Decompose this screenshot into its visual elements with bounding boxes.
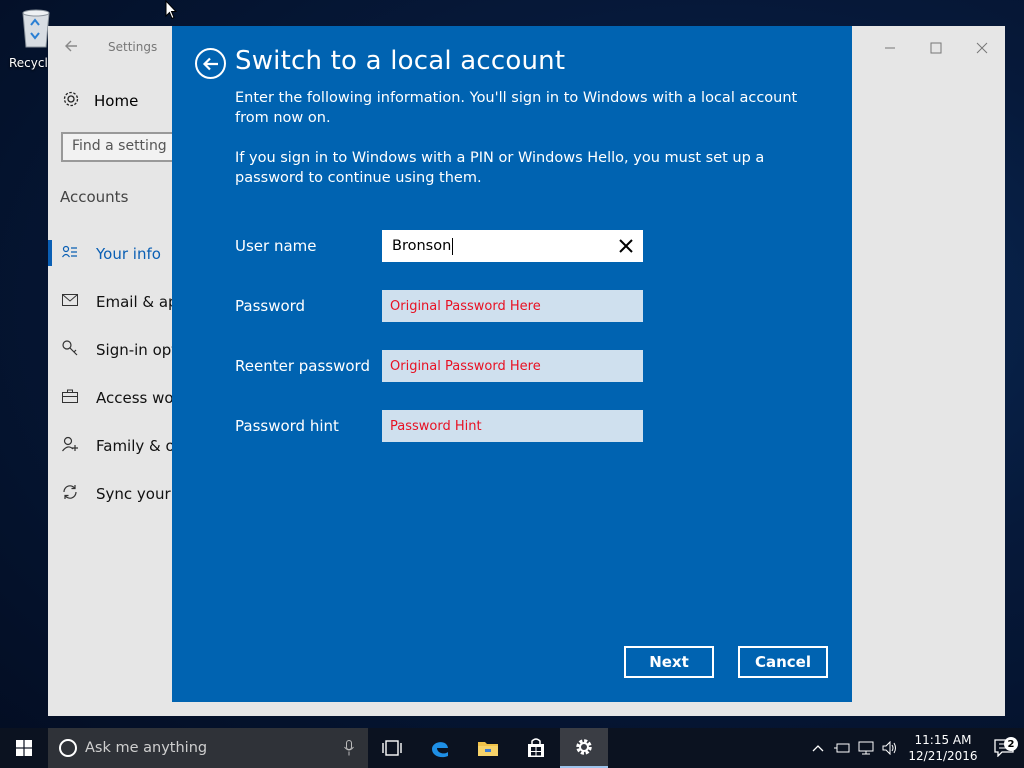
edge-taskbar-button[interactable] bbox=[416, 728, 464, 768]
start-button[interactable] bbox=[0, 728, 48, 768]
reenter-password-input[interactable]: Original Password Here bbox=[382, 350, 643, 382]
reenter-password-row: Reenter password Original Password Here bbox=[235, 350, 655, 382]
accounts-heading: Accounts bbox=[60, 188, 129, 206]
task-view-icon bbox=[382, 740, 402, 756]
store-taskbar-button[interactable] bbox=[512, 728, 560, 768]
volume-icon[interactable] bbox=[878, 741, 902, 755]
file-explorer-taskbar-button[interactable] bbox=[464, 728, 512, 768]
store-icon bbox=[528, 738, 544, 757]
microphone-icon[interactable] bbox=[344, 740, 354, 760]
chevron-up-icon[interactable] bbox=[806, 744, 830, 752]
close-icon[interactable] bbox=[959, 26, 1005, 70]
cortana-placeholder: Ask me anything bbox=[85, 740, 208, 756]
settings-title: Settings bbox=[108, 40, 158, 54]
password-input[interactable]: Original Password Here bbox=[382, 290, 643, 322]
cancel-button[interactable]: Cancel bbox=[738, 646, 828, 678]
dialog-instructions: Enter the following information. You'll … bbox=[235, 90, 798, 126]
notification-badge: 2 bbox=[1004, 737, 1018, 751]
back-arrow-icon[interactable] bbox=[64, 38, 84, 58]
clock-date: 12/21/2016 bbox=[908, 749, 978, 763]
person-add-icon bbox=[62, 436, 82, 456]
folder-icon bbox=[478, 742, 498, 756]
nav-home[interactable]: Home bbox=[62, 90, 138, 112]
mouse-cursor-icon bbox=[165, 0, 178, 24]
password-hint-label: Password hint bbox=[235, 417, 339, 435]
nav-item-label: Sign-in opti bbox=[96, 341, 182, 359]
dialog-title: Switch to a local account bbox=[235, 46, 566, 76]
settings-taskbar-button[interactable] bbox=[560, 728, 608, 768]
username-row: User name Bronson bbox=[235, 230, 655, 262]
windows-logo-icon bbox=[16, 740, 32, 756]
password-row: Password Original Password Here bbox=[235, 290, 655, 322]
switch-local-account-dialog: Switch to a local account Enter the foll… bbox=[172, 26, 852, 702]
back-arrow-icon bbox=[202, 57, 218, 70]
key-icon bbox=[62, 340, 82, 360]
password-hint-row: Password hint Password Hint bbox=[235, 410, 655, 442]
gear-icon bbox=[62, 90, 82, 112]
power-plug-icon[interactable] bbox=[830, 742, 854, 754]
dialog-back-button[interactable] bbox=[195, 48, 226, 79]
taskbar: Ask me anything 11:15 AM 12/21/2016 2 bbox=[0, 728, 1024, 768]
briefcase-icon bbox=[62, 389, 82, 407]
nav-item-label: Your info bbox=[96, 245, 161, 263]
person-list-icon bbox=[62, 245, 82, 263]
cortana-icon bbox=[59, 739, 77, 757]
dialog-pin-notice: If you sign in to Windows with a PIN or … bbox=[235, 150, 765, 186]
password-hint-input[interactable]: Password Hint bbox=[382, 410, 643, 442]
next-button[interactable]: Next bbox=[624, 646, 714, 678]
mail-icon bbox=[62, 294, 82, 310]
cortana-search-box[interactable]: Ask me anything bbox=[48, 728, 368, 768]
username-input[interactable]: Bronson bbox=[382, 230, 643, 262]
reenter-password-label: Reenter password bbox=[235, 357, 370, 375]
clear-x-icon[interactable] bbox=[618, 238, 634, 254]
nav-home-label: Home bbox=[94, 92, 139, 110]
system-tray: 11:15 AM 12/21/2016 2 bbox=[806, 728, 1024, 768]
sync-icon bbox=[62, 484, 82, 504]
network-icon[interactable] bbox=[854, 741, 878, 755]
action-center-button[interactable]: 2 bbox=[984, 737, 1024, 757]
maximize-icon[interactable] bbox=[913, 26, 959, 70]
password-label: Password bbox=[235, 297, 306, 315]
username-value: Bronson bbox=[392, 238, 452, 254]
gear-icon bbox=[576, 739, 592, 755]
minimize-icon[interactable] bbox=[867, 26, 913, 70]
clock[interactable]: 11:15 AM 12/21/2016 bbox=[908, 732, 978, 764]
username-label: User name bbox=[235, 237, 317, 255]
clock-time: 11:15 AM bbox=[914, 733, 972, 747]
edge-icon bbox=[432, 742, 448, 758]
text-caret bbox=[452, 237, 454, 255]
task-view-button[interactable] bbox=[368, 728, 416, 768]
